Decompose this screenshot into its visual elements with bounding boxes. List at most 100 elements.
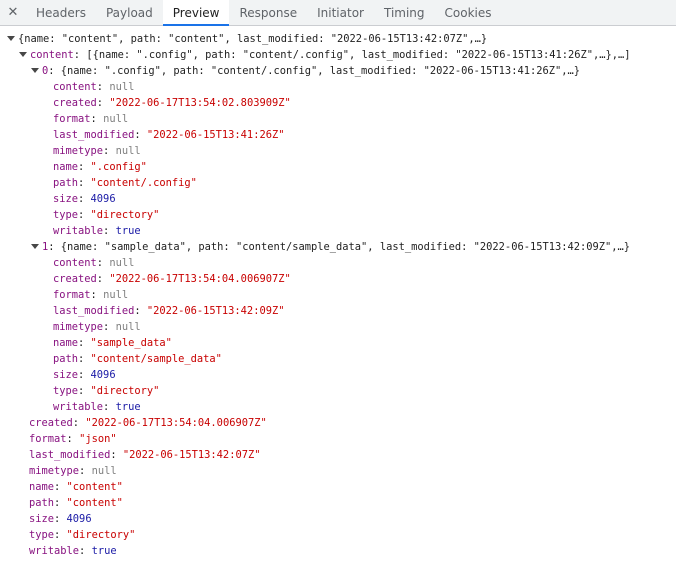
property-row: content: null: [53, 81, 135, 93]
property-value: null: [115, 321, 141, 333]
property-value: "directory": [90, 209, 160, 221]
property-row: last_modified: "2022-06-15T13:41:26Z": [53, 129, 285, 141]
property-key: size: [53, 193, 79, 205]
property-row: content: null: [53, 257, 135, 269]
array-item-row[interactable]: 1: {name: "sample_data", path: "content/…: [0, 239, 676, 255]
property-row: size: 4096: [53, 193, 116, 205]
property-row: writable: true: [53, 225, 141, 237]
property-value: "2022-06-17T13:54:04.006907Z": [85, 417, 267, 429]
property-row: writable: true: [53, 401, 141, 413]
property-row: type: "directory": [53, 385, 160, 397]
tab-headers[interactable]: Headers: [26, 0, 96, 25]
tab-response[interactable]: Response: [229, 0, 307, 25]
expand-triangle-icon[interactable]: [31, 68, 39, 73]
property-value: "2022-06-15T13:42:07Z": [122, 449, 261, 461]
property-row: writable: true: [29, 545, 117, 557]
property-value: 4096: [90, 369, 116, 381]
tab-timing[interactable]: Timing: [374, 0, 435, 25]
property-key: size: [53, 369, 79, 381]
property-key: writable: [53, 225, 104, 237]
property-key: path: [29, 497, 55, 509]
property-key: format: [53, 289, 91, 301]
property-row: type: "directory": [53, 209, 160, 221]
property-row: path: "content/sample_data": [53, 353, 222, 365]
expand-triangle-icon[interactable]: [7, 36, 15, 41]
property-key: writable: [29, 545, 80, 557]
property-value: "2022-06-17T13:54:04.006907Z": [109, 273, 291, 285]
property-row: path: "content": [29, 497, 123, 509]
property-row: mimetype: null: [29, 465, 117, 477]
property-value: true: [115, 401, 141, 413]
property-value: "content/.config": [90, 177, 197, 189]
expand-triangle-icon[interactable]: [31, 244, 39, 249]
property-value: 4096: [66, 513, 92, 525]
property-row: format: "json": [29, 433, 117, 445]
close-icon[interactable]: ✕: [0, 0, 26, 25]
property-key: mimetype: [29, 465, 80, 477]
property-key: created: [53, 97, 97, 109]
property-key: content: [30, 49, 74, 61]
property-row: created: "2022-06-17T13:54:02.803909Z": [53, 97, 291, 109]
tab-payload[interactable]: Payload: [96, 0, 163, 25]
property-value: true: [91, 545, 117, 557]
tab-preview[interactable]: Preview: [162, 0, 230, 26]
property-row: created: "2022-06-17T13:54:04.006907Z": [29, 417, 267, 429]
tree-content-row[interactable]: content: [{name: ".config", path: "conte…: [0, 47, 676, 63]
property-value: null: [103, 289, 129, 301]
property-value: "directory": [90, 385, 160, 397]
property-row: name: "content": [29, 481, 123, 493]
property-value: null: [115, 145, 141, 157]
property-value: null: [91, 465, 117, 477]
property-value: "2022-06-15T13:42:09Z": [146, 305, 285, 317]
property-key: format: [29, 433, 67, 445]
expand-triangle-icon[interactable]: [19, 52, 27, 57]
array-item-row[interactable]: 0: {name: ".config", path: "content/.con…: [0, 63, 676, 79]
property-key: name: [53, 337, 79, 349]
tab-initiator[interactable]: Initiator: [307, 0, 374, 25]
property-key: last_modified: [53, 305, 135, 317]
property-key: mimetype: [53, 145, 104, 157]
property-key: created: [29, 417, 73, 429]
property-row: last_modified: "2022-06-15T13:42:07Z": [29, 449, 261, 461]
root-summary: {name: "content", path: "content", last_…: [18, 33, 488, 45]
item-summary: {name: "sample_data", path: "content/sam…: [60, 241, 631, 253]
devtools-tab-bar: ✕ Headers Payload Preview Response Initiator…: [0, 0, 676, 26]
tree-root-row[interactable]: {name: "content", path: "content", last_…: [0, 31, 676, 47]
content-items: 0: {name: ".config", path: "content/.con…: [0, 63, 676, 415]
property-key: last_modified: [53, 129, 135, 141]
property-value: "directory": [66, 529, 136, 541]
property-value: "content": [66, 497, 123, 509]
property-key: size: [29, 513, 55, 525]
property-value: "sample_data": [90, 337, 172, 349]
property-row: mimetype: null: [53, 145, 141, 157]
property-row: size: 4096: [29, 513, 92, 525]
property-row: type: "directory": [29, 529, 136, 541]
property-key: type: [29, 529, 55, 541]
property-value: null: [109, 81, 135, 93]
tab-cookies[interactable]: Cookies: [435, 0, 502, 25]
root-properties: created: "2022-06-17T13:54:04.006907Z" fo…: [0, 415, 676, 559]
json-preview-tree: {name: "content", path: "content", last_…: [0, 26, 676, 559]
property-key: content: [53, 81, 97, 93]
property-value: null: [109, 257, 135, 269]
property-key: content: [53, 257, 97, 269]
property-key: last_modified: [29, 449, 111, 461]
property-key: path: [53, 177, 79, 189]
property-row: format: null: [53, 289, 129, 301]
property-row: name: ".config": [53, 161, 147, 173]
property-value: true: [115, 225, 141, 237]
tab-list: Headers Payload Preview Response Initiator Ti…: [26, 0, 502, 26]
property-key: name: [53, 161, 79, 173]
property-key: format: [53, 113, 91, 125]
property-value: "json": [79, 433, 117, 445]
property-key: writable: [53, 401, 104, 413]
property-row: created: "2022-06-17T13:54:04.006907Z": [53, 273, 291, 285]
property-key: type: [53, 209, 79, 221]
property-key: mimetype: [53, 321, 104, 333]
content-summary: [{name: ".config", path: "content/.confi…: [86, 49, 631, 61]
property-value: "2022-06-17T13:54:02.803909Z": [109, 97, 291, 109]
property-row: name: "sample_data": [53, 337, 172, 349]
property-value: ".config": [90, 161, 147, 173]
property-key: name: [29, 481, 55, 493]
property-value: null: [103, 113, 129, 125]
